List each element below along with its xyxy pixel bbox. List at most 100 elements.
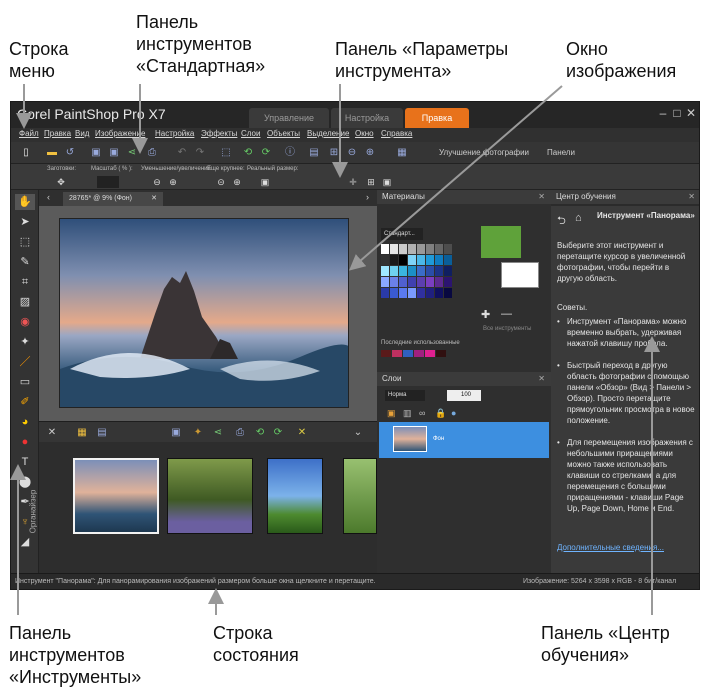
background-color-swatch[interactable]: [501, 262, 539, 288]
thumbnail-seascape[interactable]: [73, 458, 159, 534]
image-window[interactable]: [39, 206, 377, 421]
mask-icon[interactable]: ▥: [403, 408, 412, 419]
color-swatch[interactable]: [381, 244, 389, 254]
crop-to-selection-icon[interactable]: ⬚: [219, 146, 233, 160]
color-swatch[interactable]: [390, 255, 398, 265]
share-icon[interactable]: ⋖: [125, 146, 139, 160]
color-swatch[interactable]: [390, 277, 398, 287]
materials-close-icon[interactable]: ✕: [538, 190, 545, 204]
color-swatch[interactable]: [399, 244, 407, 254]
pick-tool-icon[interactable]: ➤: [15, 214, 35, 230]
menu-file[interactable]: Файл: [19, 129, 39, 138]
thumbnail-tree[interactable]: [267, 458, 323, 534]
organizer-view-icon[interactable]: ▤: [95, 426, 109, 440]
menu-edit[interactable]: Правка: [44, 129, 71, 138]
flood-fill-tool-icon[interactable]: ◕: [15, 414, 35, 430]
color-swatch[interactable]: [417, 244, 425, 254]
straighten-tool-icon[interactable]: ▨: [15, 294, 35, 310]
color-swatch[interactable]: [435, 266, 443, 276]
learning-center-close-icon[interactable]: ✕: [688, 190, 695, 204]
color-swatch[interactable]: [390, 244, 398, 254]
new-file-icon[interactable]: ▯: [19, 146, 33, 160]
menu-selections[interactable]: Выделение: [307, 129, 349, 138]
undo-arrow-icon[interactable]: ↺: [63, 146, 77, 160]
fit-window-icon[interactable]: ⊞: [365, 176, 377, 188]
palettes-menu[interactable]: Панели: [547, 148, 575, 157]
organizer-collapse-icon[interactable]: ⌄: [351, 426, 365, 440]
link-icon[interactable]: ∞: [419, 408, 425, 418]
undo-icon[interactable]: ↶: [175, 146, 189, 160]
add-to-swatches-icon[interactable]: ✚: [481, 308, 490, 321]
blend-mode-select[interactable]: Норма: [385, 390, 425, 401]
color-swatch[interactable]: [408, 266, 416, 276]
color-swatch[interactable]: [408, 255, 416, 265]
recent-color-swatch[interactable]: [436, 350, 446, 357]
layers-close-icon[interactable]: ✕: [538, 372, 545, 386]
zoom-out-option-icon[interactable]: ⊖: [151, 176, 163, 188]
zoom-value-input[interactable]: [97, 176, 119, 188]
picture-tube-tool-icon[interactable]: ●: [15, 434, 35, 450]
zoom-in-icon[interactable]: ⊕: [363, 146, 377, 160]
color-swatch[interactable]: [444, 255, 452, 265]
rotate-left-icon[interactable]: ⟲: [241, 146, 255, 160]
crop-tool-icon[interactable]: ⌗: [15, 274, 35, 290]
color-swatch[interactable]: [408, 244, 416, 254]
organizer-rotate-left-icon[interactable]: ⟲: [253, 426, 267, 440]
seascape-photo[interactable]: [59, 218, 349, 408]
color-swatch[interactable]: [399, 288, 407, 298]
foreground-color-swatch[interactable]: [481, 226, 521, 258]
all-tools-checkbox[interactable]: Все инструменты: [483, 326, 531, 332]
red-eye-tool-icon[interactable]: ◉: [15, 314, 35, 330]
color-swatch[interactable]: [444, 266, 452, 276]
menu-layers[interactable]: Слои: [241, 129, 260, 138]
smudge-tool-icon[interactable]: ✐: [15, 394, 35, 410]
color-swatches[interactable]: [381, 244, 453, 300]
pan-tool-icon[interactable]: ✋: [15, 194, 35, 210]
color-swatch[interactable]: [381, 277, 389, 287]
thumbnail-meadow[interactable]: [343, 458, 377, 534]
menu-effects[interactable]: Эффекты: [201, 129, 237, 138]
more-info-link[interactable]: Дополнительные сведения...: [557, 542, 695, 553]
dropper-tool-icon[interactable]: ✎: [15, 254, 35, 270]
organizer-close-icon[interactable]: ✕: [45, 426, 59, 440]
menu-image[interactable]: Изображение: [95, 129, 145, 138]
zoom-in-option-icon[interactable]: ⊕: [167, 176, 179, 188]
color-swatch[interactable]: [417, 277, 425, 287]
tab-edit[interactable]: Правка: [405, 108, 469, 128]
color-swatch[interactable]: [435, 255, 443, 265]
organizer-screen-icon[interactable]: ▣: [169, 426, 183, 440]
selection-tool-icon[interactable]: ⬚: [15, 234, 35, 250]
recent-color-swatch[interactable]: [414, 350, 424, 357]
fit-image-icon[interactable]: ▣: [381, 176, 393, 188]
home-icon[interactable]: ⌂: [575, 212, 582, 224]
preset-shape-tool-icon[interactable]: ⬤: [15, 474, 35, 490]
zoom-out-icon[interactable]: ⊖: [345, 146, 359, 160]
enhance-photo-menu[interactable]: Улучшение фотографии: [439, 148, 529, 157]
print-icon[interactable]: ⎙: [145, 146, 159, 160]
recent-color-swatch[interactable]: [381, 350, 391, 357]
organizer-print-icon[interactable]: ⎙: [233, 426, 247, 440]
scroll-tabs-left-icon[interactable]: ‹: [47, 192, 50, 202]
color-swatch[interactable]: [417, 288, 425, 298]
color-swatch[interactable]: [381, 255, 389, 265]
eraser-tool-icon[interactable]: ◢: [15, 534, 35, 550]
rotate-right-icon[interactable]: ⟳: [259, 146, 273, 160]
actual-size-icon[interactable]: ▣: [259, 176, 271, 188]
lock-icon[interactable]: 🔒: [435, 408, 446, 419]
color-swatch[interactable]: [444, 277, 452, 287]
menu-view[interactable]: Вид: [75, 129, 89, 138]
color-swatch[interactable]: [426, 255, 434, 265]
paint-brush-tool-icon[interactable]: ／: [15, 354, 35, 370]
save-as-icon[interactable]: ▣: [107, 146, 121, 160]
organizer-rotate-right-icon[interactable]: ⟳: [271, 426, 285, 440]
remove-swatch-icon[interactable]: —: [501, 308, 512, 320]
redo-icon[interactable]: ↷: [193, 146, 207, 160]
recent-color-swatch[interactable]: [392, 350, 402, 357]
color-swatch[interactable]: [417, 266, 425, 276]
organizer-fix-icon[interactable]: ✕: [295, 426, 309, 440]
color-swatch[interactable]: [390, 288, 398, 298]
color-swatch[interactable]: [444, 244, 452, 254]
new-layer-icon[interactable]: ▣: [387, 408, 396, 419]
info-icon[interactable]: ⓘ: [283, 146, 297, 160]
zoom-more-out-icon[interactable]: ⊝: [215, 176, 227, 188]
